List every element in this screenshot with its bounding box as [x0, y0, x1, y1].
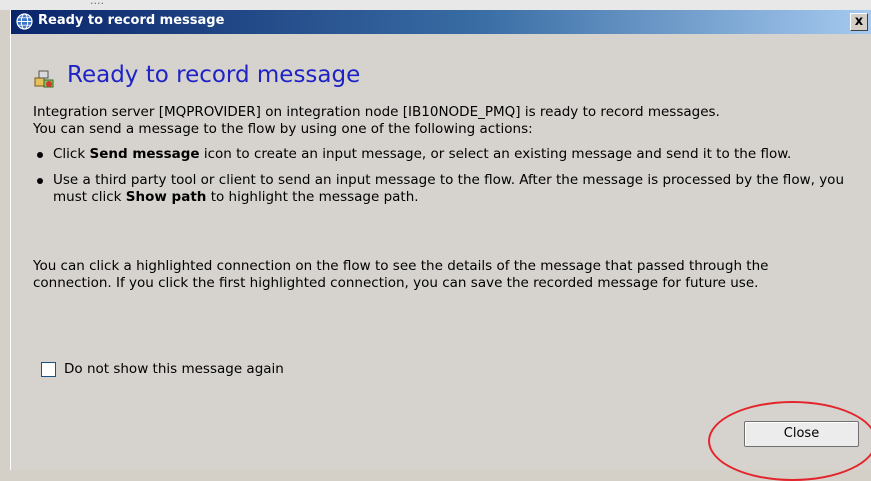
intro-line-2: You can send a message to the flow by us… [33, 121, 533, 137]
dont-show-again-checkbox[interactable] [41, 362, 56, 377]
bullet-1-suffix: icon to create an input message, or sele… [199, 146, 792, 162]
show-path-term: Show path [125, 189, 207, 205]
page-title: Ready to record message [67, 62, 361, 88]
annotation-circle [708, 401, 871, 481]
dialog-content: Ready to record message Integration serv… [11, 34, 871, 481]
details-paragraph: You can click a highlighted connection o… [33, 258, 769, 291]
action-list: Click Send message icon to create an inp… [33, 146, 853, 215]
dialog-window: Ready to record message x Ready to recor… [10, 10, 871, 481]
bullet-2-suffix: to highlight the message path. [206, 189, 419, 205]
record-message-icon [34, 70, 54, 88]
title-bar: Ready to record message x [11, 10, 871, 34]
bullet-1-prefix: Click [53, 146, 90, 162]
background-window-text: .... [90, 0, 104, 7]
send-message-term: Send message [89, 146, 200, 162]
bullet-dot [37, 152, 43, 158]
intro-line-1: Integration server [MQPROVIDER] on integ… [33, 104, 720, 120]
globe-icon [16, 13, 33, 30]
background-window-strip: .... [0, 0, 871, 10]
window-title: Ready to record message [38, 13, 225, 28]
close-window-button[interactable]: x [850, 13, 868, 31]
dont-show-again-label[interactable]: Do not show this message again [64, 361, 284, 377]
list-item: Click Send message icon to create an inp… [33, 146, 853, 163]
intro-paragraph: Integration server [MQPROVIDER] on integ… [33, 104, 853, 138]
bullet-dot [37, 178, 43, 184]
list-item: Use a third party tool or client to send… [33, 172, 853, 206]
